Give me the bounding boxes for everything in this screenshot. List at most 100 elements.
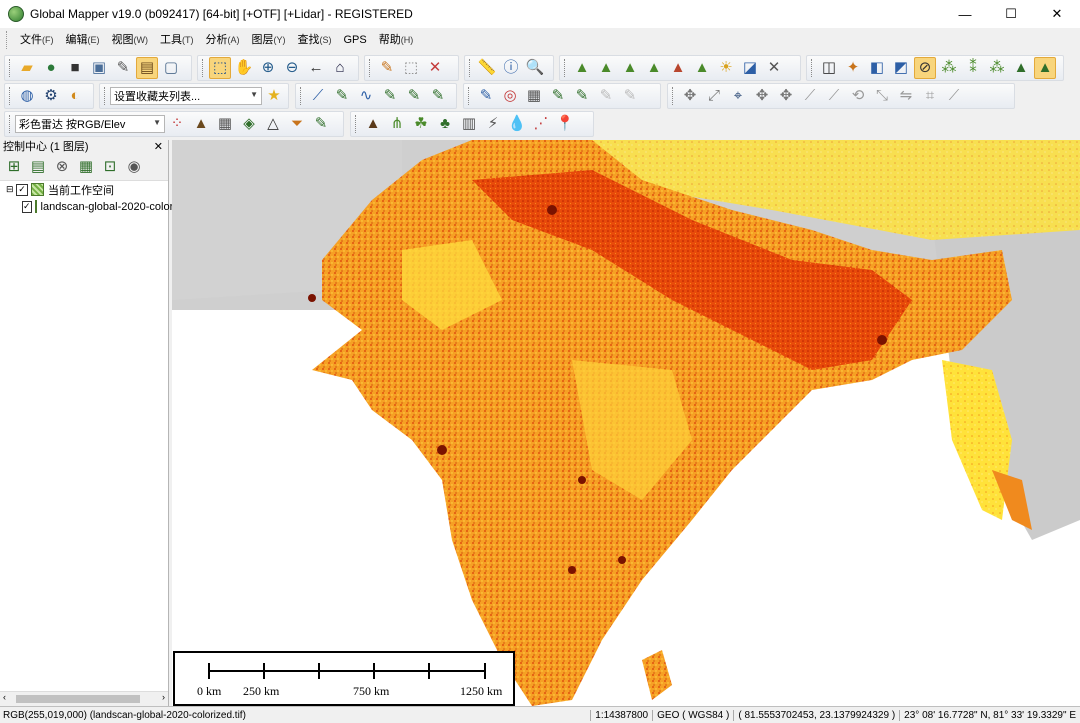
pushpin-icon[interactable]: 📍 — [554, 113, 576, 135]
add-vertex-icon[interactable]: ✥ — [751, 85, 773, 107]
slope-icon[interactable]: ⋰ — [530, 113, 552, 135]
lidar-trees-icon[interactable]: ⁑ — [962, 57, 984, 79]
select-tool-icon[interactable]: ⬚ — [209, 57, 231, 79]
rotate-feature-icon[interactable]: ⟲ — [847, 85, 869, 107]
snap-icon[interactable]: ⌗ — [919, 85, 941, 107]
area-pencil-icon[interactable]: ✎ — [379, 85, 401, 107]
toolbar-grip[interactable] — [672, 87, 675, 105]
open-folder-icon[interactable]: ▰ — [16, 57, 38, 79]
layers-icon[interactable]: ▤ — [136, 57, 158, 79]
sun-shader-icon[interactable]: ☀ — [715, 57, 737, 79]
lidar-classify-icon[interactable]: ⊘ — [914, 57, 936, 79]
menubar-grip[interactable] — [6, 31, 10, 49]
map-view[interactable] — [172, 140, 1080, 706]
target-icon[interactable]: ◎ — [499, 85, 521, 107]
metadata-icon[interactable]: ▦ — [75, 156, 97, 178]
profile-view-icon[interactable]: ◧ — [866, 57, 888, 79]
view-shed-icon[interactable]: ▲ — [595, 57, 617, 79]
grass-icon[interactable]: ⋔ — [386, 113, 408, 135]
remove-layer-icon[interactable]: ⊗ — [51, 156, 73, 178]
filter-funnel-icon[interactable]: ⏷ — [286, 113, 308, 135]
info-icon[interactable]: ⓘ — [500, 57, 522, 79]
minimize-button[interactable]: — — [942, 0, 988, 28]
reshape-icon[interactable]: ✎ — [547, 85, 569, 107]
panel-close-icon[interactable]: ✕ — [154, 140, 163, 154]
data-source-icon[interactable]: ◐ — [64, 85, 86, 107]
toolbar-grip[interactable] — [300, 87, 303, 105]
edit-style-icon[interactable]: ✎ — [310, 113, 332, 135]
mirror-feature-icon[interactable]: ⇋ — [895, 85, 917, 107]
toolbar-grip[interactable] — [469, 59, 472, 77]
star-icon[interactable]: ★ — [263, 85, 285, 107]
shrub-icon[interactable]: ☘ — [410, 113, 432, 135]
collapse-icon[interactable]: ⊟ — [6, 184, 16, 195]
shader-dropdown[interactable]: 彩色雷达 按RGB/Elev ▼ — [15, 115, 165, 133]
globe-icon[interactable]: ● — [40, 57, 62, 79]
join-line-icon[interactable]: ⟋ — [823, 85, 845, 107]
export-icon[interactable]: ▣ — [88, 57, 110, 79]
config-gear-icon[interactable]: ⚙ — [40, 85, 62, 107]
toolbar-grip[interactable] — [369, 59, 372, 77]
landscan-checkbox[interactable]: ✓ — [22, 200, 32, 213]
split-view-icon[interactable]: ◫ — [818, 57, 840, 79]
lidar-surface-icon[interactable]: ▲ — [1034, 57, 1056, 79]
toolbar-grip[interactable] — [355, 115, 358, 133]
line-pencil-icon[interactable]: ✎ — [331, 85, 353, 107]
tree-row-workspace[interactable]: ⊟ ✓ 当前工作空间 — [0, 181, 168, 198]
lidar-buildings-icon[interactable]: ⁂ — [986, 57, 1008, 79]
tree-icon[interactable]: ♣ — [434, 113, 456, 135]
scroll-left-icon[interactable]: ‹ — [3, 692, 6, 702]
warning-triangle-icon[interactable]: △ — [262, 113, 284, 135]
show-layer-icon[interactable]: ◉ — [123, 156, 145, 178]
workspace-checkbox[interactable]: ✓ — [16, 183, 28, 196]
save-icon[interactable]: ■ — [64, 57, 86, 79]
range-ring-icon[interactable]: ✎ — [427, 85, 449, 107]
tree-row-landscan[interactable]: ✓ landscan-global-2020-colorized — [0, 198, 193, 215]
scale-feature-icon[interactable]: ⤡ — [871, 85, 893, 107]
contour-icon[interactable]: ▲ — [619, 57, 641, 79]
wrench-icon[interactable]: ✎ — [112, 57, 134, 79]
toolbar-grip[interactable] — [9, 115, 12, 133]
mountain-icon[interactable]: ▲ — [362, 113, 384, 135]
volume-icon[interactable]: ▲ — [691, 57, 713, 79]
online-globe-icon[interactable]: ◍ — [16, 85, 38, 107]
close-tool-icon[interactable]: ✕ — [763, 57, 785, 79]
menu-tools[interactable]: 工具(T) — [154, 28, 200, 52]
menu-analysis[interactable]: 分析(A) — [200, 28, 246, 52]
toolbar-grip[interactable] — [811, 59, 814, 77]
point-pencil-icon[interactable]: ✎ — [403, 85, 425, 107]
edit-select-icon[interactable]: ⬚ — [400, 57, 422, 79]
layer-options-icon[interactable]: ▤ — [27, 156, 49, 178]
filter-tool-icon[interactable]: ✦ — [842, 57, 864, 79]
grid-pencil-icon[interactable]: ▦ — [523, 85, 545, 107]
vertical-exaggeration-icon[interactable]: ▦ — [214, 113, 236, 135]
favorites-dropdown[interactable]: 设置收藏夹列表... ▼ — [110, 87, 262, 105]
move-feature-icon[interactable]: ⤢ — [703, 85, 725, 107]
elevation-legend-icon[interactable]: ▲ — [190, 113, 212, 135]
toolbar-grip[interactable] — [564, 59, 567, 77]
toolbar-grip[interactable] — [202, 59, 205, 77]
water-drop-icon[interactable]: 💧 — [506, 113, 528, 135]
pencil-icon[interactable]: ✎ — [376, 57, 398, 79]
hillshade-icon[interactable]: ⁘ — [166, 113, 188, 135]
maximize-button[interactable]: ☐ — [988, 0, 1034, 28]
disabled-edit-icon[interactable]: ✎ — [619, 85, 641, 107]
close-button[interactable]: ✕ — [1034, 0, 1080, 28]
edit-vertex-icon[interactable]: ✎ — [475, 85, 497, 107]
move-icon[interactable]: ✥ — [679, 85, 701, 107]
search-feature-icon[interactable]: 🔍 — [524, 57, 546, 79]
water-level-icon[interactable]: ◈ — [238, 113, 260, 135]
add-layer-icon[interactable]: ⊞ — [3, 156, 25, 178]
zoom-in-icon[interactable]: ⊕ — [257, 57, 279, 79]
menu-gps[interactable]: GPS — [338, 28, 373, 52]
building-icon[interactable]: ▥ — [458, 113, 480, 135]
lidar-terrain-icon[interactable]: ▲ — [1010, 57, 1032, 79]
lidar-points-icon[interactable]: ⁂ — [938, 57, 960, 79]
cube-icon[interactable]: ◩ — [890, 57, 912, 79]
measure-ruler-icon[interactable]: 📏 — [476, 57, 498, 79]
terrain-mountain-icon[interactable]: ▲ — [571, 57, 593, 79]
path-profile-icon[interactable]: ▲ — [643, 57, 665, 79]
back-arrow-icon[interactable]: ← — [305, 57, 327, 79]
menu-view[interactable]: 视图(W) — [106, 28, 155, 52]
toolbar-grip[interactable] — [468, 87, 471, 105]
